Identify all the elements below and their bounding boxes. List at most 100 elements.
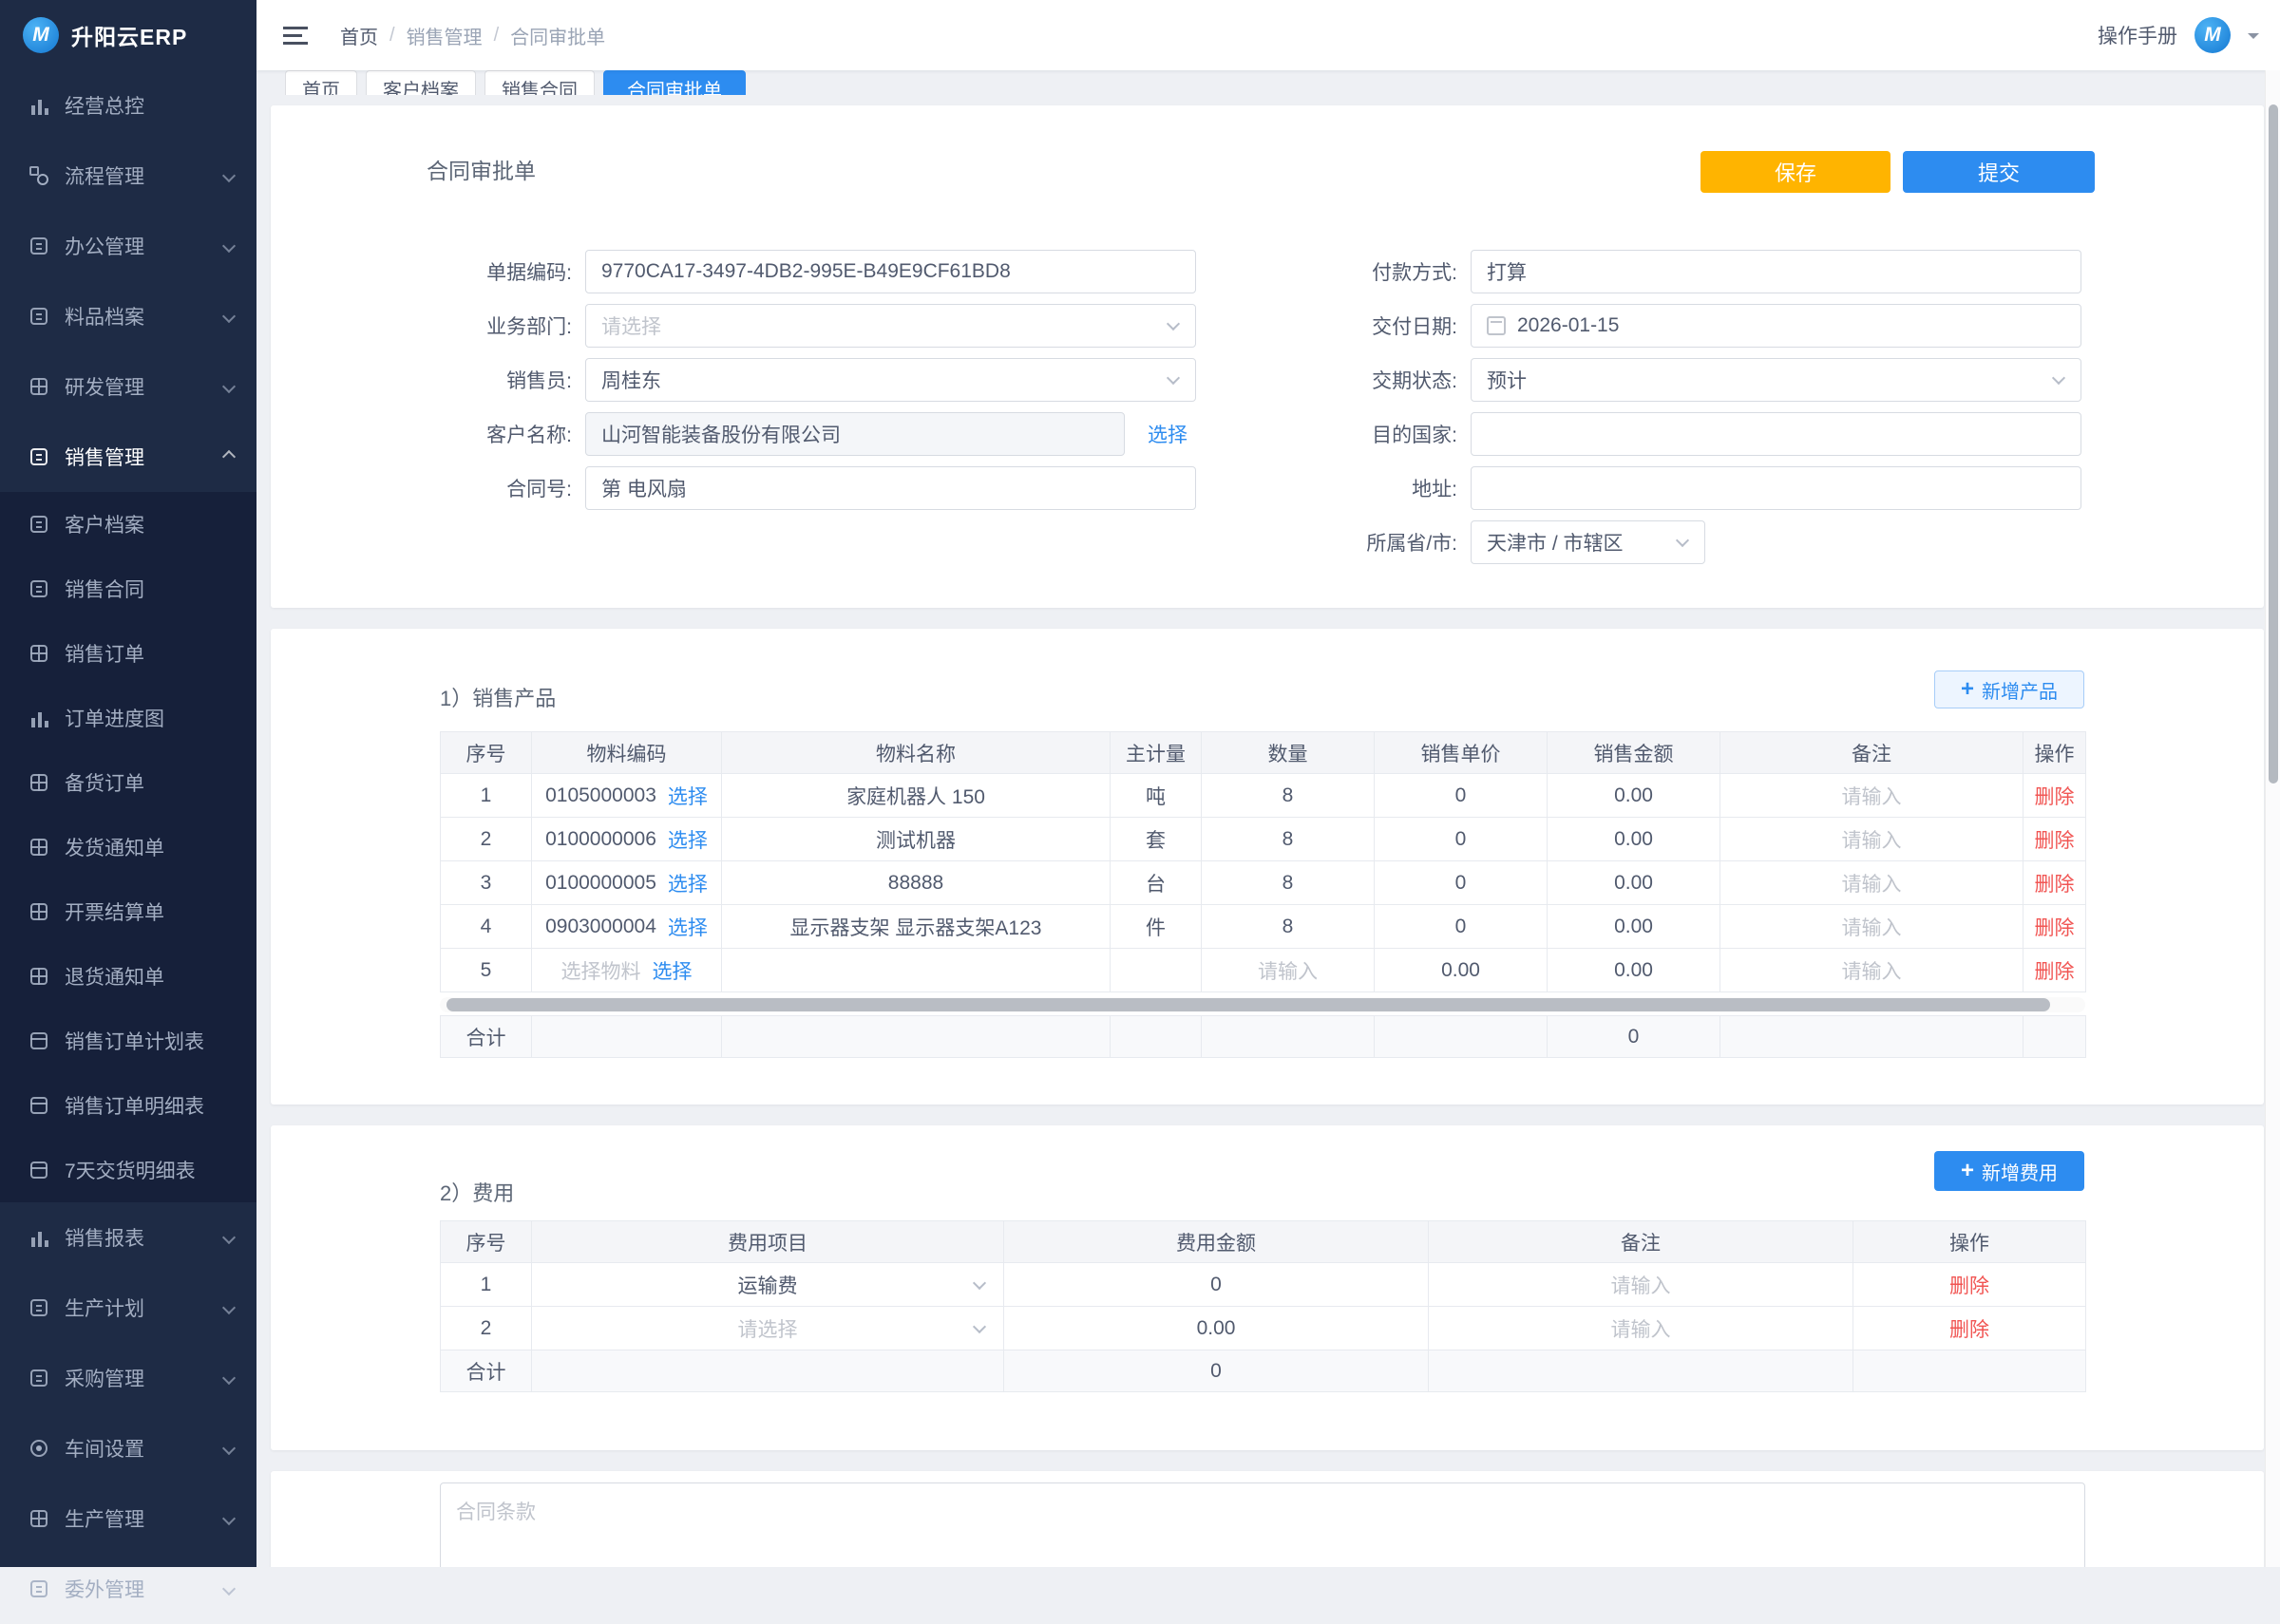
dest-country-input[interactable] <box>1471 412 2081 456</box>
cell-amount: 0.00 <box>1548 774 1720 818</box>
breadcrumb-home[interactable]: 首页 <box>340 22 378 49</box>
doc-code-input[interactable] <box>585 250 1196 293</box>
cell-expense-amount[interactable]: 0 <box>1004 1263 1429 1307</box>
sidebar-item-workshop-settings[interactable]: 车间设置 <box>0 1413 256 1483</box>
contract-no-input[interactable] <box>585 466 1196 510</box>
sidebar-item-invoice-settlement[interactable]: 开票结算单 <box>0 879 256 944</box>
table-icon <box>28 901 49 922</box>
note-input[interactable]: 请输入 <box>1842 786 1902 808</box>
contract-terms-textarea[interactable] <box>440 1482 2085 1567</box>
delete-row-link[interactable]: 删除 <box>2035 874 2075 896</box>
sidebar-item-sales-mgmt[interactable]: 销售管理 <box>0 422 256 492</box>
delivery-status-select[interactable]: 预计 <box>1471 358 2081 402</box>
hamburger-menu-icon[interactable] <box>283 27 308 45</box>
sidebar-item-material-files[interactable]: 料品档案 <box>0 281 256 351</box>
delivery-date-input[interactable]: 2026-01-15 <box>1471 304 2081 348</box>
salesperson-select[interactable]: 周桂东 <box>585 358 1196 402</box>
department-select[interactable]: 请选择 <box>585 304 1196 348</box>
sidebar-item-production-mgmt[interactable]: 生产管理 <box>0 1483 256 1554</box>
cell-price[interactable]: 0 <box>1375 861 1548 905</box>
payment-input[interactable] <box>1471 250 2081 293</box>
delete-row-link[interactable]: 删除 <box>2035 917 2075 939</box>
material-select-link[interactable]: 选择 <box>668 913 708 941</box>
expense-item-placeholder: 请选择 <box>738 1314 798 1343</box>
sidebar-item-rd-mgmt[interactable]: 研发管理 <box>0 351 256 422</box>
note-input[interactable]: 请输入 <box>1611 1275 1671 1297</box>
cell-price[interactable]: 0.00 <box>1375 949 1548 992</box>
delivery-status-label: 交期状态: <box>1196 366 1471 394</box>
tab-sales-contract[interactable]: 销售合同 <box>484 70 595 95</box>
add-expense-button[interactable]: + 新增费用 <box>1934 1151 2084 1191</box>
tab-customer-files[interactable]: 客户档案 <box>366 70 476 95</box>
qty-input[interactable]: 请输入 <box>1258 961 1318 983</box>
table-row: 1 运输费 0 请输入 删除 <box>441 1263 2086 1307</box>
sidebar-item-sales-report[interactable]: 销售报表 <box>0 1202 256 1273</box>
material-select-link[interactable]: 选择 <box>668 825 708 854</box>
sidebar-item-sales-order-detail[interactable]: 销售订单明细表 <box>0 1073 256 1138</box>
material-select-link[interactable]: 选择 <box>653 956 693 985</box>
cell-price[interactable]: 0 <box>1375 905 1548 949</box>
customer-select-link[interactable]: 选择 <box>1148 420 1188 448</box>
note-input[interactable]: 请输入 <box>1842 874 1902 896</box>
submit-button[interactable]: 提交 <box>1903 151 2095 193</box>
province-select[interactable]: 天津市 / 市辖区 <box>1471 520 1705 564</box>
sidebar-item-office-mgmt[interactable]: 办公管理 <box>0 211 256 281</box>
breadcrumb-sales-mgmt[interactable]: 销售管理 <box>407 22 483 49</box>
note-input[interactable]: 请输入 <box>1842 830 1902 852</box>
cell-price[interactable]: 0 <box>1375 774 1548 818</box>
note-input[interactable]: 请输入 <box>1842 961 1902 983</box>
sidebar-item-label: 料品档案 <box>65 302 144 330</box>
chevron-down-icon[interactable] <box>2248 33 2259 45</box>
horizontal-scrollbar-thumb[interactable] <box>446 998 2050 1011</box>
add-product-button[interactable]: + 新增产品 <box>1934 670 2084 708</box>
sidebar-item-production-plan[interactable]: 生产计划 <box>0 1273 256 1343</box>
sidebar-item-label: 委外管理 <box>65 1575 144 1603</box>
sidebar-item-return-notice[interactable]: 退货通知单 <box>0 944 256 1009</box>
sidebar-item-label: 销售订单 <box>65 639 144 668</box>
cell-qty[interactable]: 8 <box>1202 774 1375 818</box>
material-placeholder[interactable]: 选择物料 <box>561 956 641 985</box>
sidebar-item-business-overview[interactable]: 经营总控 <box>0 70 256 141</box>
expense-item-select[interactable]: 请选择 <box>536 1307 999 1350</box>
main-content: 首页 客户档案 销售合同 合同审批单 合同审批单 保存 提交 单据编码: 付款方… <box>256 70 2280 1567</box>
delete-row-link[interactable]: 删除 <box>2035 830 2075 852</box>
delete-row-link[interactable]: 删除 <box>1949 1275 1989 1297</box>
sidebar-item-sales-order[interactable]: 销售订单 <box>0 621 256 686</box>
avatar[interactable]: M <box>2194 17 2231 53</box>
col-actions: 操作 <box>1853 1221 2086 1263</box>
cell-qty[interactable]: 8 <box>1202 905 1375 949</box>
material-select-link[interactable]: 选择 <box>668 869 708 897</box>
tab-contract-approval[interactable]: 合同审批单 <box>603 70 746 95</box>
sidebar-item-customer-files[interactable]: 客户档案 <box>0 492 256 557</box>
manual-link[interactable]: 操作手册 <box>2098 21 2177 49</box>
sidebar-item-purchase-mgmt[interactable]: 采购管理 <box>0 1343 256 1413</box>
tab-home[interactable]: 首页 <box>285 70 357 95</box>
expense-item-select[interactable]: 运输费 <box>536 1263 999 1306</box>
sidebar-item-process-mgmt[interactable]: 流程管理 <box>0 141 256 211</box>
cell-price[interactable]: 0 <box>1375 818 1548 861</box>
document-icon <box>28 1368 49 1388</box>
flow-icon <box>28 165 49 186</box>
sidebar-item-sales-order-plan[interactable]: 销售订单计划表 <box>0 1009 256 1073</box>
address-input[interactable] <box>1471 466 2081 510</box>
sidebar-item-seven-day-delivery[interactable]: 7天交货明细表 <box>0 1138 256 1202</box>
cell-expense-amount[interactable]: 0.00 <box>1004 1307 1429 1350</box>
customer-name-input[interactable]: 山河智能装备股份有限公司 <box>585 412 1125 456</box>
material-select-link[interactable]: 选择 <box>668 782 708 810</box>
vertical-scrollbar-thumb[interactable] <box>2269 104 2278 784</box>
save-button[interactable]: 保存 <box>1700 151 1890 193</box>
sidebar-item-delivery-notice[interactable]: 发货通知单 <box>0 815 256 879</box>
delete-row-link[interactable]: 删除 <box>2035 961 2075 983</box>
sidebar-item-outsourcing-mgmt[interactable]: 委外管理 <box>0 1554 256 1624</box>
delete-row-link[interactable]: 删除 <box>2035 786 2075 808</box>
sidebar-item-order-progress[interactable]: 订单进度图 <box>0 686 256 750</box>
sidebar-item-stock-prep-order[interactable]: 备货订单 <box>0 750 256 815</box>
sidebar-item-sales-contract[interactable]: 销售合同 <box>0 557 256 621</box>
note-input[interactable]: 请输入 <box>1611 1319 1671 1341</box>
note-input[interactable]: 请输入 <box>1842 917 1902 939</box>
chart-icon <box>28 708 49 728</box>
sidebar-item-label: 销售报表 <box>65 1223 144 1252</box>
delete-row-link[interactable]: 删除 <box>1949 1319 1989 1341</box>
cell-qty[interactable]: 8 <box>1202 818 1375 861</box>
cell-qty[interactable]: 8 <box>1202 861 1375 905</box>
